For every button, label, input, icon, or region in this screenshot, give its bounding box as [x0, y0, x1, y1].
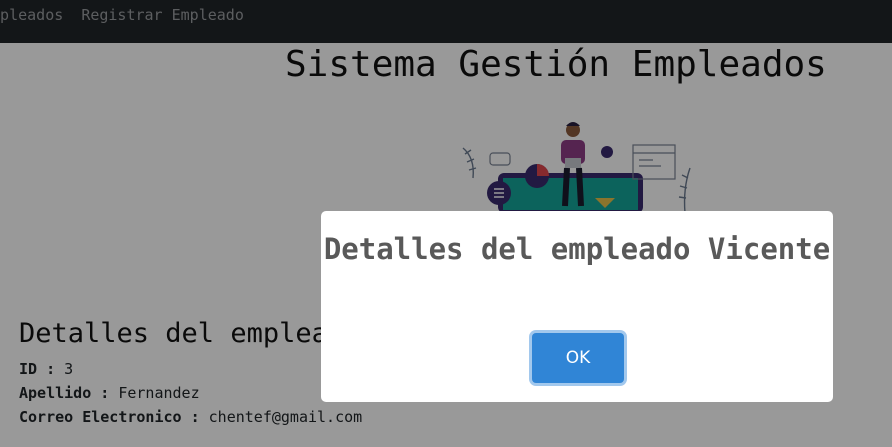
alert-modal: Detalles del empleado Vicente OK — [321, 211, 833, 402]
ok-button[interactable]: OK — [532, 333, 624, 383]
modal-title: Detalles del empleado Vicente — [323, 232, 831, 266]
